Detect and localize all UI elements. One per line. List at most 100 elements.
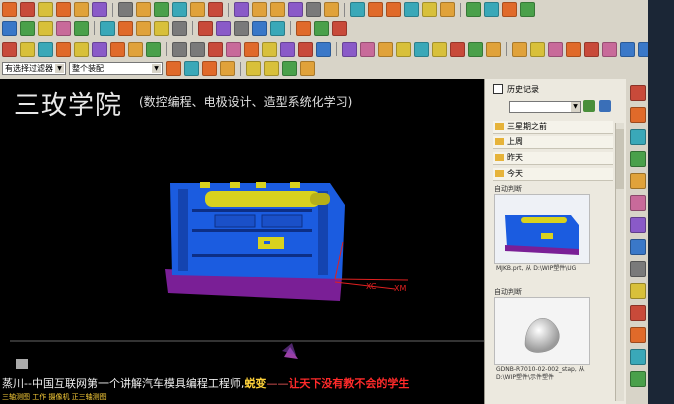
revolve-icon[interactable]: [20, 41, 35, 57]
measure-icon[interactable]: [368, 2, 383, 17]
draft-icon[interactable]: [378, 41, 393, 57]
chevron-down-icon[interactable]: ▼: [152, 64, 161, 73]
dimension-icon[interactable]: [296, 20, 311, 36]
blend-icon[interactable]: [342, 41, 357, 57]
hide-icon[interactable]: [566, 41, 581, 57]
project-icon[interactable]: [252, 20, 267, 36]
patch-icon[interactable]: [450, 41, 465, 57]
pattern-icon[interactable]: [234, 20, 249, 36]
thicken-icon[interactable]: [396, 41, 411, 57]
display-icon[interactable]: [620, 41, 635, 57]
line-icon[interactable]: [38, 20, 53, 36]
paste-icon[interactable]: [118, 2, 133, 17]
camera-icon[interactable]: [466, 2, 481, 17]
redo-icon[interactable]: [154, 2, 169, 17]
block-icon[interactable]: [56, 41, 71, 57]
mirror-icon[interactable]: [216, 20, 231, 36]
section-icon[interactable]: [350, 2, 365, 17]
wire-icon[interactable]: [324, 2, 339, 17]
arc-icon[interactable]: [56, 20, 71, 36]
cylinder-icon[interactable]: [74, 41, 89, 57]
snap-icon[interactable]: [166, 61, 181, 76]
chamfer-icon[interactable]: [198, 20, 213, 36]
color-icon[interactable]: [548, 41, 563, 57]
view-icon[interactable]: [208, 2, 223, 17]
palette-icon[interactable]: [630, 305, 646, 321]
sew-icon[interactable]: [468, 41, 483, 57]
fillet-icon[interactable]: [172, 20, 187, 36]
history-filter-combo[interactable]: ▼: [509, 101, 581, 113]
intersect-icon[interactable]: [270, 20, 285, 36]
file-icon[interactable]: [2, 2, 17, 17]
graphics-window[interactable]: 三玫学院 (数控编程、电极设计、造型系统化学习) XC XM 蒸川--中国互联网…: [0, 79, 484, 404]
layer-icon[interactable]: [190, 2, 205, 17]
history-folder[interactable]: 上周: [493, 136, 613, 149]
endpoint-icon[interactable]: [184, 61, 199, 76]
web-browser-icon[interactable]: [630, 173, 646, 189]
copy-icon[interactable]: [92, 2, 107, 17]
selection-filter-dropdown[interactable]: 有选择过滤器 ▼: [2, 62, 66, 75]
roles-icon[interactable]: [630, 261, 646, 277]
shade-icon[interactable]: [306, 2, 321, 17]
offset-face-icon[interactable]: [432, 41, 447, 57]
assembly-navigator-icon[interactable]: [630, 107, 646, 123]
cut-icon[interactable]: [74, 2, 89, 17]
face-icon[interactable]: [300, 61, 315, 76]
midpoint-icon[interactable]: [202, 61, 217, 76]
print2-icon[interactable]: [484, 2, 499, 17]
subtract-icon[interactable]: [262, 41, 277, 57]
history-icon[interactable]: [630, 195, 646, 211]
system-scene-icon[interactable]: [630, 283, 646, 299]
reuse-library-icon[interactable]: [630, 151, 646, 167]
chevron-down-icon[interactable]: ▼: [571, 102, 580, 112]
pin-icon[interactable]: [493, 84, 503, 94]
extend-icon[interactable]: [154, 20, 169, 36]
rotate-icon[interactable]: [252, 2, 267, 17]
scale-icon[interactable]: [414, 41, 429, 57]
fit-icon[interactable]: [234, 2, 249, 17]
window-icon[interactable]: [502, 2, 517, 17]
save-icon[interactable]: [38, 2, 53, 17]
manual-icon[interactable]: [630, 371, 646, 387]
sweep-icon[interactable]: [38, 41, 53, 57]
spline-icon[interactable]: [100, 20, 115, 36]
layer2-icon[interactable]: [602, 41, 617, 57]
settings-icon[interactable]: [630, 85, 646, 101]
process-studio-icon[interactable]: [630, 239, 646, 255]
slot-icon[interactable]: [208, 41, 223, 57]
history-thumbnail[interactable]: [494, 194, 590, 264]
chevron-down-icon[interactable]: ▼: [55, 64, 64, 73]
preview-icon[interactable]: [630, 349, 646, 365]
sphere-icon[interactable]: [110, 41, 125, 57]
unite-icon[interactable]: [244, 41, 259, 57]
hole-icon[interactable]: [128, 41, 143, 57]
analysis-icon[interactable]: [404, 2, 419, 17]
trim-icon[interactable]: [136, 20, 151, 36]
history-scrollbar[interactable]: [615, 123, 624, 401]
move-icon[interactable]: [512, 41, 527, 57]
point-snap-icon[interactable]: [282, 61, 297, 76]
target-icon[interactable]: [440, 2, 455, 17]
pocket-icon[interactable]: [172, 41, 187, 57]
mold-model[interactable]: XC XM: [0, 79, 484, 404]
cone-icon[interactable]: [92, 41, 107, 57]
circle-icon[interactable]: [74, 20, 89, 36]
boss-icon[interactable]: [146, 41, 161, 57]
history-thumbnail[interactable]: [494, 297, 590, 365]
arrow-icon[interactable]: [264, 61, 279, 76]
sketch-icon[interactable]: [2, 20, 17, 36]
extract-icon[interactable]: [486, 41, 501, 57]
quadrant-icon[interactable]: [246, 61, 261, 76]
back-icon[interactable]: [583, 100, 595, 112]
info-icon[interactable]: [386, 2, 401, 17]
show-icon[interactable]: [584, 41, 599, 57]
layout-icon[interactable]: [630, 327, 646, 343]
history-folder[interactable]: 今天: [493, 168, 613, 181]
groove-icon[interactable]: [226, 41, 241, 57]
delete-icon[interactable]: [530, 41, 545, 57]
shell-icon[interactable]: [360, 41, 375, 57]
point-icon[interactable]: [20, 20, 35, 36]
finish-icon[interactable]: [332, 20, 347, 36]
grid-icon[interactable]: [422, 2, 437, 17]
pad-icon[interactable]: [190, 41, 205, 57]
